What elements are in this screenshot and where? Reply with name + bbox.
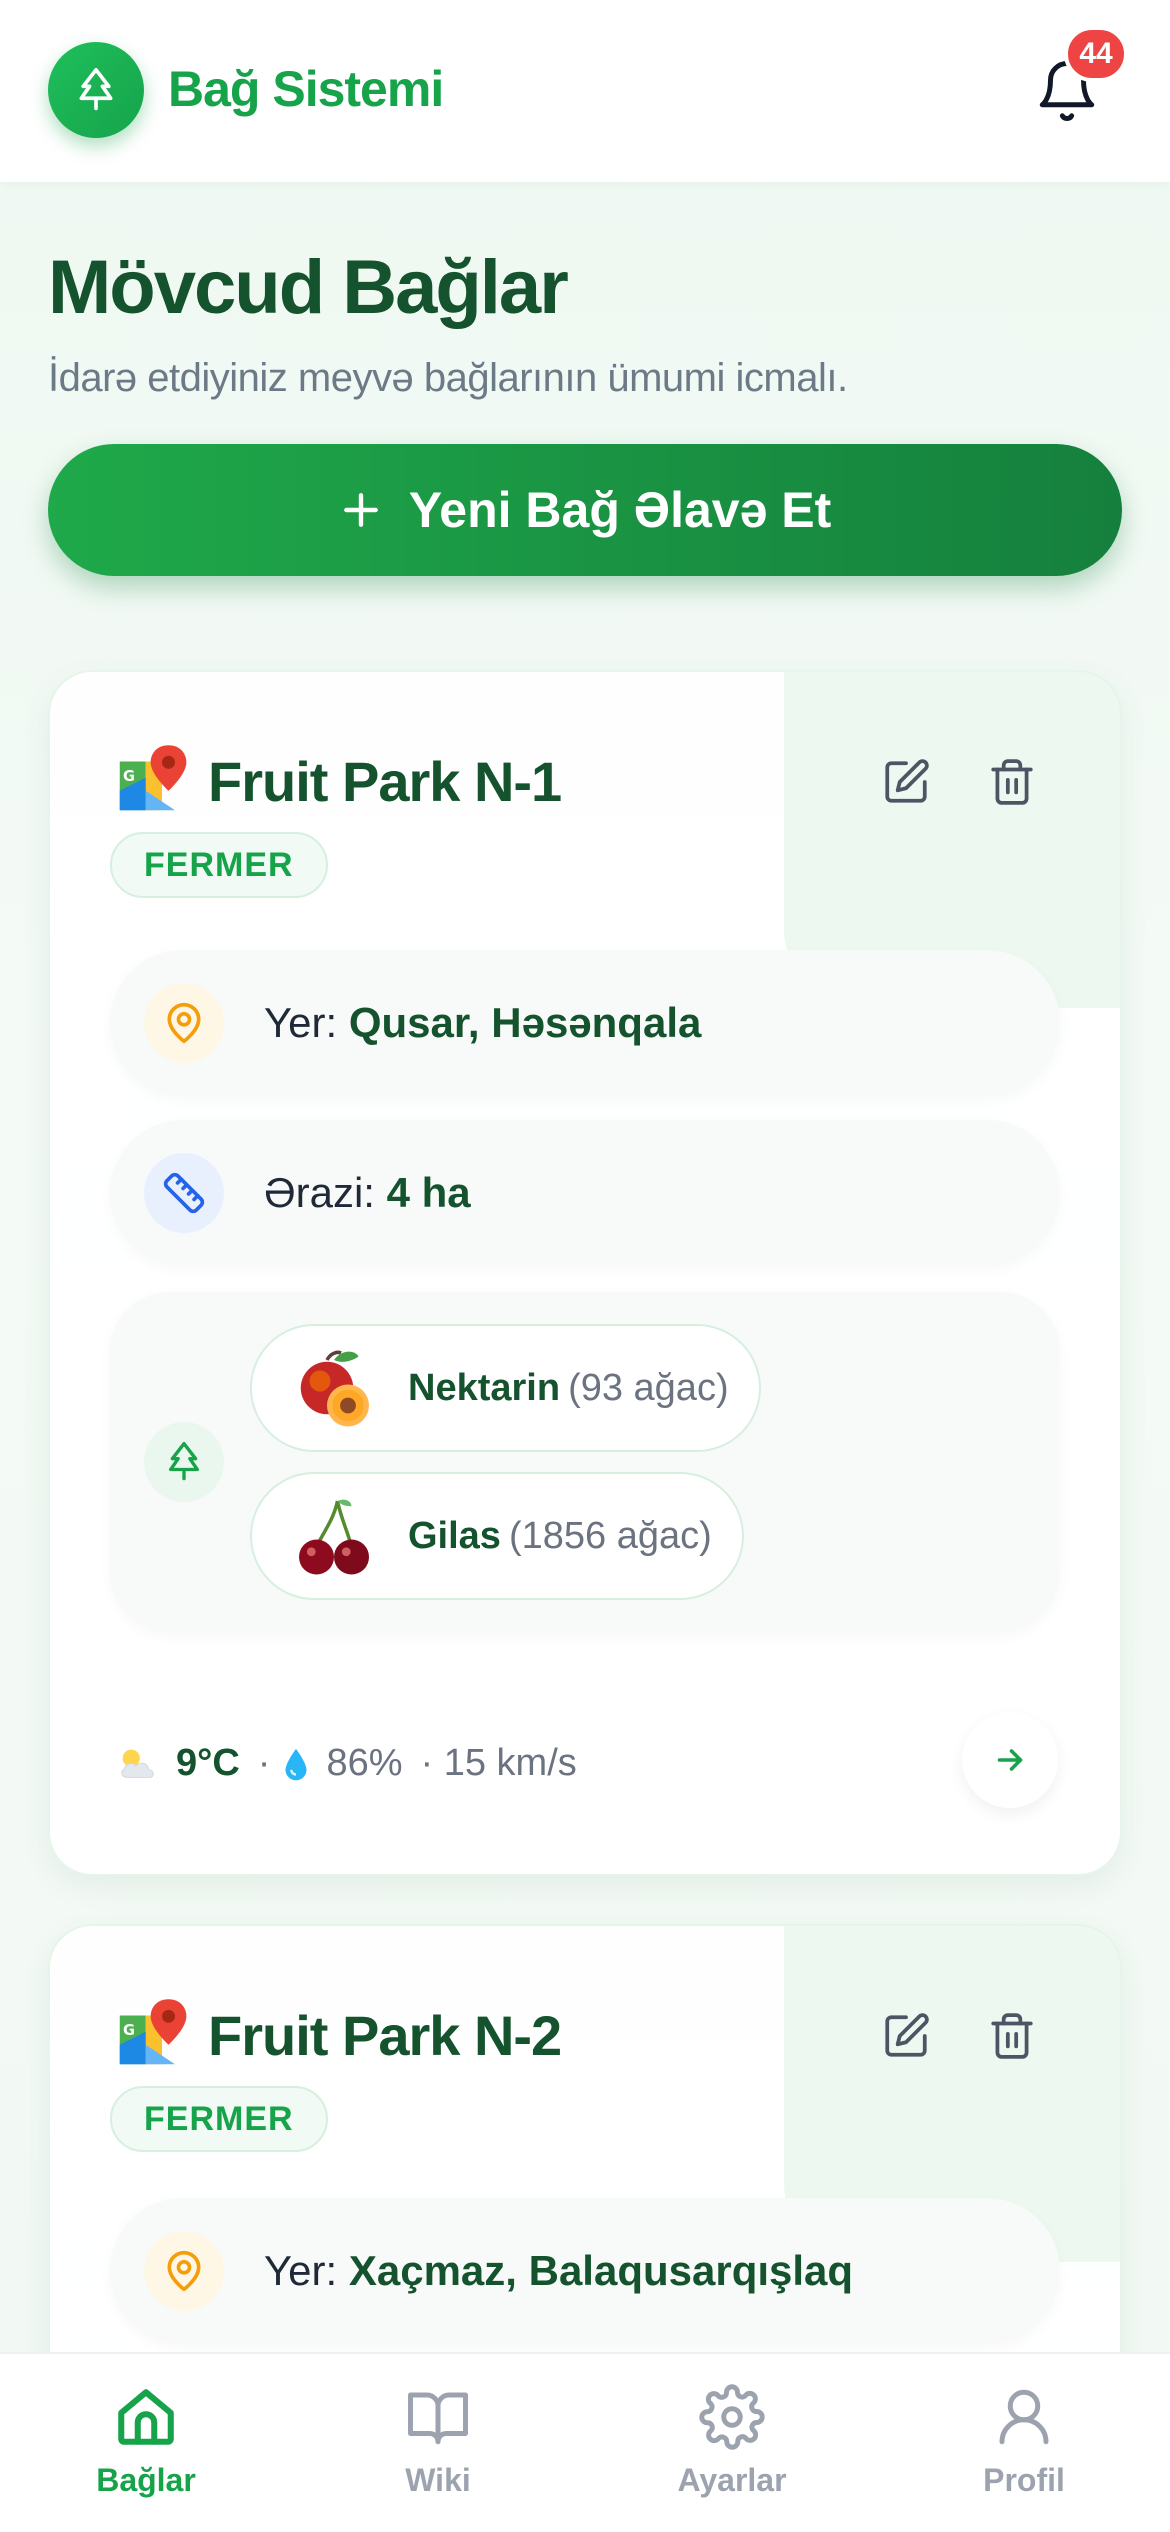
home-icon [118,2389,174,2445]
weather-summary: 9°C · 86% · 15 km/s [114,1742,577,1785]
map-pin-icon [167,2250,201,2292]
area-text: Ərazi: 4 ha [264,1169,471,1217]
temperature: 9°C [176,1742,240,1784]
fruit-count: (1856 ağac) [508,1514,712,1557]
add-garden-button[interactable]: Yeni Bağ Əlavə Et [48,444,1122,576]
role-badge: FERMER [110,2086,328,2152]
area-row: Ərazi: 4 ha [110,1120,1060,1266]
tree-icon [169,1441,199,1481]
edit-button[interactable] [876,752,936,812]
svg-text:G: G [123,2022,135,2039]
area-icon-wrap [144,1153,224,1233]
gear-icon [699,2384,765,2450]
edit-button[interactable] [876,2006,936,2066]
nav-item-wiki[interactable]: Wiki [338,2384,538,2524]
nav-label: Ayarlar [677,2462,787,2498]
bottom-navigation: Bağlar Wiki Ayarlar Profil [0,2352,1170,2532]
location-icon-wrap [144,983,224,1063]
garden-name: Fruit Park N-2 [208,2003,562,2067]
notification-badge: 44 [1064,26,1128,82]
location-text: Yer: Xaçmaz, Balaqusarqışlaq [264,2247,853,2295]
tree-icon [79,68,113,111]
location-row: Yer: Xaçmaz, Balaqusarqışlaq [110,2198,1060,2344]
location-icon-wrap [144,2231,224,2311]
nav-label: Profil [983,2462,1065,2498]
page-title: Mövcud Bağlar [48,245,569,330]
area-value: 4 ha [386,1169,471,1216]
app-logo[interactable] [48,42,144,138]
location-label: Yer: [264,999,338,1046]
location-label: Yer: [264,2247,338,2294]
location-value: Qusar, Həsənqala [348,999,702,1046]
delete-button[interactable] [982,2006,1042,2066]
nav-label: Wiki [405,2462,471,2498]
edit-icon [885,759,929,803]
garden-name: Fruit Park N-1 [208,749,562,813]
plus-icon [343,493,378,527]
nav-item-ayarlar[interactable]: Ayarlar [632,2384,832,2524]
fruit-item[interactable]: Nektarin (93 ağac) [250,1324,761,1452]
weather-separator: · [257,1742,271,1784]
page-subtitle: İdarə etdiyiniz meyvə bağlarının ümumi i… [48,356,848,400]
trash-icon [991,2013,1033,2059]
nav-label: Bağlar [96,2462,196,2498]
peach-icon [300,1350,369,1427]
fruit-name: Nektarin [408,1366,561,1409]
edit-icon [885,2013,929,2057]
ruler-icon [163,1172,205,1214]
fruit-name: Gilas [408,1514,501,1557]
trash-icon [991,759,1033,805]
open-garden-button[interactable] [962,1712,1058,1808]
delete-button[interactable] [982,752,1042,812]
humidity: 86% [326,1742,403,1784]
app-header: Bağ Sistemi 44 [0,0,1170,182]
partly-cloudy-icon [121,1749,154,1778]
book-icon [408,2392,468,2445]
role-badge: FERMER [110,832,328,898]
user-icon [999,2389,1049,2445]
cherry-icon [299,1499,369,1575]
nav-item-baglar[interactable]: Bağlar [46,2384,246,2524]
location-row: Yer: Qusar, Həsənqala [110,950,1060,1096]
google-maps-icon[interactable]: G [110,1996,188,2074]
app-title: Bağ Sistemi [168,61,444,117]
location-text: Yer: Qusar, Həsənqala [264,999,701,1047]
svg-text:G: G [123,768,135,785]
map-pin-icon [167,1002,201,1044]
add-garden-label: Yeni Bağ Əlavə Et [408,482,832,538]
area-label: Ərazi: [264,1169,375,1216]
fruit-tree-icon-wrap [144,1422,224,1502]
google-maps-icon[interactable]: G [110,742,188,820]
fruit-list: Nektarin (93 ağac) Gilas (1856 ağac) [110,1292,1060,1632]
arrow-right-icon [997,1749,1023,1771]
wind: · 15 km/s [420,1742,577,1784]
fruit-item[interactable]: Gilas (1856 ağac) [250,1472,744,1600]
nav-item-profil[interactable]: Profil [924,2384,1124,2524]
droplet-icon [285,1748,307,1780]
fruit-count: (93 ağac) [568,1366,729,1409]
garden-card[interactable]: G Fruit Park N-1 FERMER Yer: Qusar, Həsə… [48,670,1122,1876]
location-value: Xaçmaz, Balaqusarqışlaq [348,2247,854,2294]
